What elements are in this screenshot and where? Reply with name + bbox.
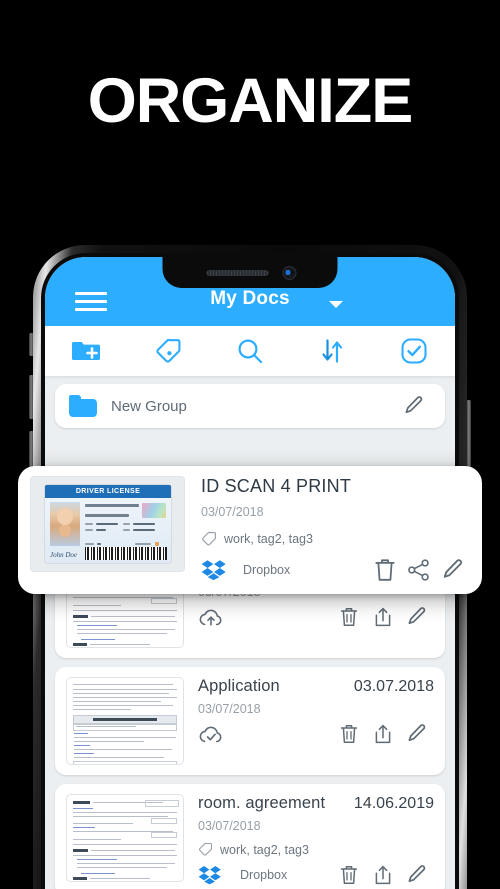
highlighted-edit-button[interactable] <box>436 557 470 583</box>
share-upload-icon <box>375 865 391 885</box>
dropbox-sync-indicator[interactable] <box>201 559 235 581</box>
cloud-upload-button[interactable] <box>198 606 232 628</box>
highlighted-delete-button[interactable] <box>368 557 402 583</box>
group-row[interactable]: New Group <box>55 384 445 428</box>
highlighted-document-card[interactable]: DRIVER LICENSE John Doe ID SCAN 4 PRINT … <box>18 466 482 594</box>
document-tags-label: work, tag2, tag3 <box>220 842 309 857</box>
license-hologram <box>142 503 166 518</box>
highlighted-share-button[interactable] <box>402 557 436 583</box>
toolbar-sort-button[interactable] <box>311 334 353 368</box>
highlighted-document-date: 03/07/2018 <box>201 505 264 519</box>
highlighted-document-tags: work, tag2, tag3 <box>201 531 470 547</box>
app-toolbar <box>45 326 455 376</box>
document-title: Application <box>198 677 280 695</box>
toolbar-select-button[interactable] <box>393 334 435 368</box>
promo-screenshot: ORGANIZE My Docs New Group Application 0… <box>0 0 500 889</box>
tag-outline-icon <box>201 531 217 547</box>
pencil-icon <box>443 559 462 578</box>
license-photo <box>50 502 80 546</box>
dropbox-icon <box>198 866 221 885</box>
toolbar-new-folder-button[interactable] <box>65 334 107 368</box>
search-icon <box>238 339 263 364</box>
document-title: room. agreement <box>198 794 326 812</box>
front-camera-icon <box>282 266 297 280</box>
phone-notch <box>162 257 338 288</box>
group-name-label: New Group <box>111 397 187 415</box>
driver-license-header: DRIVER LICENSE <box>45 485 171 498</box>
highlighted-document-title: ID SCAN 4 PRINT <box>201 476 352 496</box>
trash-icon <box>340 866 358 885</box>
document-date: 14.06.2019 <box>353 795 434 812</box>
document-share-button[interactable] <box>366 723 400 745</box>
tag-outline-icon <box>198 842 213 857</box>
document-share-button[interactable] <box>366 606 400 628</box>
share-upload-icon <box>375 724 391 744</box>
document-tags: work, tag2, tag3 <box>198 842 434 857</box>
toolbar-search-button[interactable] <box>229 334 271 368</box>
license-signature: John Doe <box>50 551 78 559</box>
page-title: My Docs <box>210 288 290 309</box>
share-nodes-icon <box>408 559 429 581</box>
cloud-check-icon <box>199 726 222 743</box>
folder-plus-icon <box>72 342 100 360</box>
document-delete-button[interactable] <box>332 606 366 628</box>
share-upload-icon <box>375 607 391 627</box>
trash-icon <box>340 608 358 627</box>
pencil-icon <box>408 607 426 625</box>
sort-arrows-icon <box>322 339 343 363</box>
cloud-synced-indicator[interactable] <box>198 723 232 745</box>
document-list[interactable]: New Group Application 03.07.2018 03/07/2… <box>45 376 455 889</box>
dropbox-sync-indicator[interactable] <box>198 865 232 885</box>
document-thumbnail <box>66 677 184 765</box>
pencil-icon <box>408 724 426 742</box>
document-delete-button[interactable] <box>332 864 366 886</box>
dropbox-icon <box>201 560 226 581</box>
chevron-down-icon[interactable] <box>329 301 343 308</box>
document-share-button[interactable] <box>366 864 400 886</box>
promo-headline: ORGANIZE <box>87 66 414 136</box>
document-thumbnail <box>66 794 184 882</box>
earpiece-speaker-icon <box>206 270 269 276</box>
document-subdate: 03/07/2018 <box>198 702 261 716</box>
toolbar-tag-button[interactable] <box>147 334 189 368</box>
cloud-service-label: Dropbox <box>243 563 291 577</box>
pencil-icon <box>405 396 423 414</box>
document-edit-button[interactable] <box>400 606 434 628</box>
document-edit-button[interactable] <box>400 864 434 886</box>
trash-icon <box>375 559 395 581</box>
cloud-upload-icon <box>199 609 222 626</box>
document-subdate: 03/07/2018 <box>198 819 261 833</box>
tag-icon <box>156 338 181 363</box>
document-delete-button[interactable] <box>332 723 366 745</box>
pencil-icon <box>408 865 426 883</box>
document-row-room-agreement[interactable]: room. agreement 14.06.2019 03/07/2018 wo… <box>55 784 445 889</box>
highlighted-tags-label: work, tag2, tag3 <box>224 532 313 546</box>
group-edit-button[interactable] <box>397 395 431 417</box>
folder-icon <box>69 394 97 417</box>
driver-license-thumbnail: DRIVER LICENSE John Doe <box>30 476 185 572</box>
license-barcode <box>85 547 167 560</box>
document-date: 03.07.2018 <box>353 678 434 695</box>
cloud-service-label: Dropbox <box>240 868 288 882</box>
document-edit-button[interactable] <box>400 723 434 745</box>
document-row-application[interactable]: Application 03.07.2018 03/07/2018 <box>55 667 445 775</box>
check-circle-icon <box>401 338 427 364</box>
trash-icon <box>340 725 358 744</box>
